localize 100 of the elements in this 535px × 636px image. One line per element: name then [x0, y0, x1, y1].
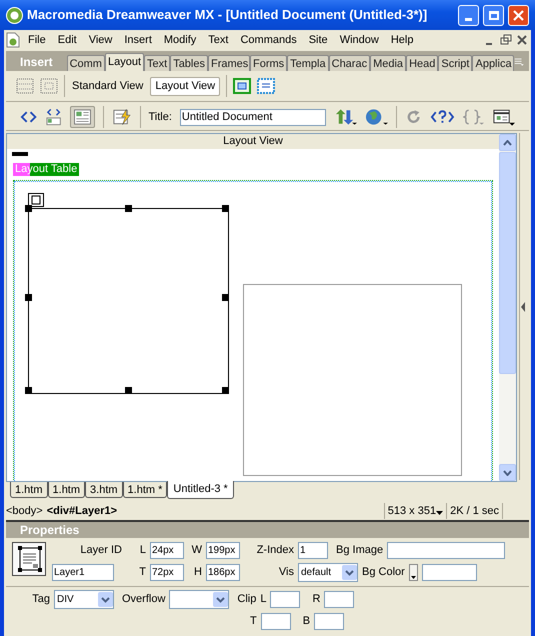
field-label: Vis	[278, 565, 294, 580]
insert-tab[interactable]: Templa	[287, 55, 329, 71]
tag-selector[interactable]: <div#Layer1>	[46, 502, 118, 520]
dropdown[interactable]	[169, 590, 230, 609]
color-swatch[interactable]	[408, 564, 418, 581]
caret-icon[interactable]	[436, 510, 444, 516]
text-field[interactable]	[387, 542, 506, 559]
download-time: 2K / 1 sec	[446, 502, 503, 520]
layout-table-icon[interactable]	[233, 78, 252, 94]
design-view-icon[interactable]	[70, 106, 96, 128]
document-tab[interactable]: Untitled-3 *	[167, 481, 234, 499]
document-tab[interactable]: 1.htm	[48, 482, 86, 498]
field-label: Bg Color	[362, 565, 405, 580]
insert-tab[interactable]: Head	[406, 55, 438, 71]
tag-selector[interactable]: <body>	[6, 502, 43, 520]
field-label: B	[302, 614, 310, 630]
app-logo-icon	[6, 6, 23, 24]
live-data-icon[interactable]	[112, 108, 132, 126]
close-icon[interactable]	[515, 33, 529, 47]
scroll-down-icon[interactable]	[503, 470, 512, 476]
document-icon	[6, 32, 20, 48]
field-label: W	[190, 543, 202, 558]
layer-icon[interactable]	[40, 78, 58, 94]
maximize-button[interactable]	[483, 4, 504, 26]
window-title: Macromedia Dreamweaver MX - [Untitled Document (Untitled-3*)]	[27, 6, 428, 24]
text-field[interactable]	[260, 613, 291, 630]
field-label: L	[138, 543, 146, 558]
chevron-down-icon[interactable]	[98, 592, 113, 607]
title-label: Title:	[148, 110, 172, 125]
field-label: Clip	[237, 592, 256, 608]
insert-tab[interactable]: Media	[370, 55, 406, 71]
layer-icon	[12, 542, 46, 576]
field-label: T	[138, 565, 146, 580]
text-field[interactable]: 24px	[150, 542, 184, 559]
menu-item[interactable]: Edit	[52, 32, 83, 48]
menu-item[interactable]: Commands	[234, 32, 303, 48]
refresh-icon[interactable]	[404, 108, 422, 126]
insert-tab[interactable]: Layout	[104, 53, 144, 71]
view-button[interactable]: Standard View	[71, 76, 144, 96]
file-transfer-icon[interactable]	[334, 108, 357, 126]
document-tab[interactable]: 3.htm	[85, 482, 123, 498]
title-field[interactable]: Untitled Document	[180, 108, 326, 126]
menu-item[interactable]: Text	[202, 32, 234, 48]
field-label: H	[193, 565, 202, 580]
insert-tab[interactable]: Frames	[208, 55, 250, 71]
field-label: R	[312, 592, 320, 608]
layer-handle-icon[interactable]	[28, 193, 44, 207]
reference-icon[interactable]	[430, 109, 455, 125]
vertical-scrollbar[interactable]	[499, 134, 516, 481]
text-field[interactable]: 72px	[150, 564, 184, 581]
chevron-down-icon[interactable]	[342, 565, 357, 580]
text-field[interactable]: Layer1	[52, 564, 114, 581]
minimize-button[interactable]	[458, 4, 479, 26]
field-label: Z-Index	[256, 543, 294, 558]
close-icon	[513, 10, 524, 20]
text-field[interactable]	[422, 564, 477, 581]
menu-item[interactable]: File	[22, 32, 52, 48]
menu-item[interactable]: Insert	[118, 32, 158, 48]
insert-tab[interactable]: Tables	[170, 55, 208, 71]
insert-tab[interactable]: Text	[144, 55, 170, 71]
field-label: Bg Image	[336, 543, 384, 558]
field-label: Layer ID	[79, 543, 122, 558]
menu-item[interactable]: Window	[334, 32, 385, 48]
insert-tab[interactable]: Forms	[250, 55, 288, 71]
insert-tab[interactable]: Comm	[66, 55, 105, 71]
insert-tab[interactable]: Applica	[472, 55, 514, 71]
insert-tab[interactable]: Script	[438, 55, 472, 71]
chevron-down-icon[interactable]	[213, 592, 228, 607]
menu-item[interactable]: Modify	[158, 32, 202, 48]
panel-menu-icon[interactable]	[514, 56, 525, 68]
field-label: L	[260, 592, 266, 608]
text-field[interactable]: 199px	[206, 542, 240, 559]
braces-icon[interactable]	[462, 108, 484, 126]
menu-item[interactable]: Site	[302, 32, 334, 48]
view-button[interactable]: Layout View	[150, 76, 220, 96]
document-tab[interactable]: 1.htm *	[122, 482, 168, 498]
restore-icon[interactable]	[499, 33, 513, 47]
document-tab[interactable]: 1.htm	[10, 482, 48, 498]
layout-cell-icon[interactable]	[257, 78, 276, 94]
menu-item[interactable]: Help	[384, 32, 420, 48]
field-label: Tag	[31, 592, 50, 608]
dropdown[interactable]: default	[298, 563, 358, 582]
field-label: T	[250, 614, 257, 630]
split-view-icon[interactable]	[45, 108, 62, 126]
field-label: Overflow	[122, 592, 166, 608]
view-options-icon[interactable]	[492, 108, 515, 126]
scroll-up-icon[interactable]	[503, 140, 512, 146]
table-icon[interactable]	[16, 78, 34, 94]
text-field[interactable]: 1	[298, 542, 328, 559]
menu-item[interactable]: View	[82, 32, 118, 48]
code-view-icon[interactable]	[20, 110, 38, 124]
close-button[interactable]	[508, 4, 529, 26]
text-field[interactable]	[314, 613, 344, 630]
tag-marker	[12, 152, 28, 156]
text-field[interactable]	[270, 591, 300, 608]
dropdown[interactable]: DIV	[54, 590, 114, 609]
insert-tab[interactable]: Charac	[328, 55, 370, 71]
text-field[interactable]	[324, 591, 354, 608]
globe-icon[interactable]	[364, 108, 388, 126]
text-field[interactable]: 186px	[206, 564, 240, 581]
